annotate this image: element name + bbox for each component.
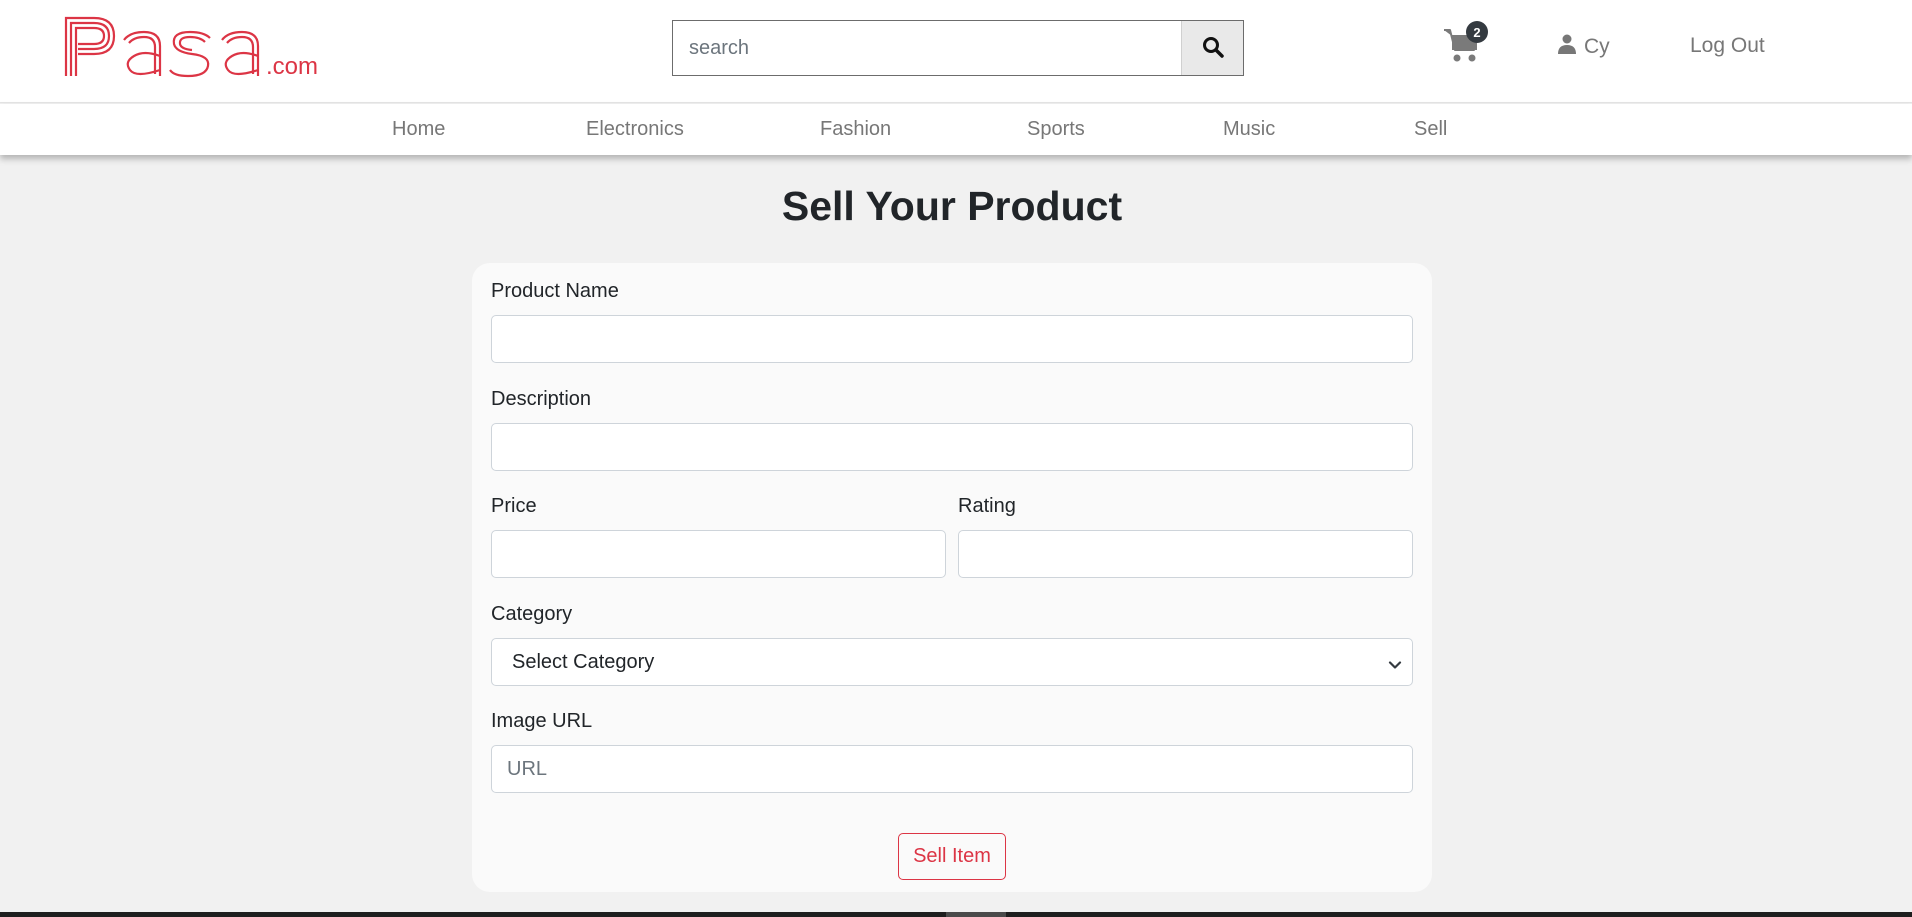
product-name-input[interactable] (491, 315, 1413, 363)
description-label: Description (491, 388, 592, 410)
description-input[interactable] (491, 423, 1413, 471)
rating-label: Rating (958, 495, 1016, 517)
search-icon (1202, 36, 1224, 61)
bottom-scrollbar[interactable] (0, 912, 1912, 917)
logo-suffix: .com (266, 53, 318, 78)
category-selected-value: Select Category (512, 650, 655, 673)
nav-item-sports[interactable]: Sports (1027, 118, 1085, 141)
scrollbar-thumb[interactable] (946, 912, 1006, 917)
nav-item-fashion[interactable]: Fashion (820, 118, 891, 141)
category-select[interactable]: Select Category (491, 638, 1413, 686)
user-account[interactable]: Cy (1558, 31, 1610, 63)
search-input[interactable] (673, 21, 1181, 75)
site-header: .com 2 (0, 0, 1912, 103)
chevron-down-icon (1388, 655, 1402, 678)
nav-item-music[interactable]: Music (1223, 118, 1275, 141)
category-nav: Home Electronics Fashion Sports Music Se… (0, 104, 1912, 155)
price-input[interactable] (491, 530, 946, 578)
pasa-logo[interactable]: .com (64, 16, 344, 78)
cart-count-badge: 2 (1466, 21, 1488, 43)
sell-item-button[interactable]: Sell Item (898, 833, 1006, 880)
nav-item-home[interactable]: Home (392, 118, 445, 141)
image-url-label: Image URL (491, 710, 593, 732)
nav-item-electronics[interactable]: Electronics (586, 118, 684, 141)
category-label: Category (491, 603, 573, 625)
logout-link[interactable]: Log Out (1690, 34, 1765, 58)
product-name-label: Product Name (491, 280, 619, 302)
image-url-input[interactable] (491, 745, 1413, 793)
page-title: Sell Your Product (781, 183, 1123, 229)
cart-icon (1442, 29, 1482, 68)
search-button[interactable] (1181, 21, 1243, 75)
nav-item-sell[interactable]: Sell (1414, 118, 1447, 141)
user-icon (1558, 34, 1584, 60)
price-label: Price (491, 495, 537, 517)
logo-mark: .com (64, 16, 318, 78)
user-name: Cy (1584, 35, 1610, 58)
rating-input[interactable] (958, 530, 1413, 578)
search-bar (672, 20, 1244, 76)
